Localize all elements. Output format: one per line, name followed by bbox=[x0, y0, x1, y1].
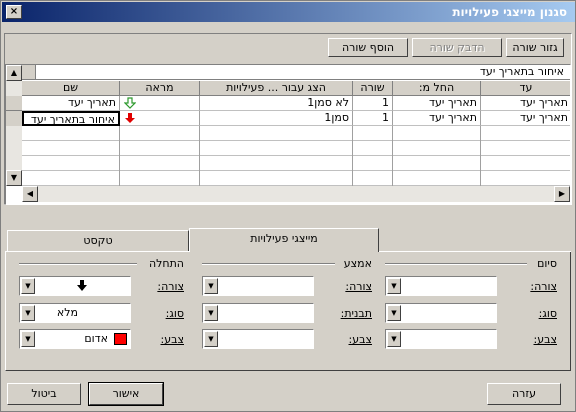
tab-panel-top-edge bbox=[5, 251, 189, 252]
help-button[interactable]: עזרה bbox=[487, 383, 561, 405]
end-shape-label: צורה: bbox=[530, 280, 557, 293]
row-2-row[interactable]: 1 bbox=[353, 111, 393, 126]
section-divider bbox=[385, 263, 527, 265]
end-color-label: צבע: bbox=[533, 333, 557, 346]
chevron-down-icon[interactable]: ▼ bbox=[21, 278, 35, 294]
row-2-to[interactable]: תאריך יעד bbox=[481, 111, 570, 126]
bar-styles-grid: ▲ ▼ איחור בתאריך יעד שם מראה הצג עבור ..… bbox=[5, 64, 571, 205]
tab-text[interactable]: טקסט bbox=[7, 230, 189, 252]
column-divider bbox=[480, 126, 481, 186]
end-shape-combo[interactable]: ▼ bbox=[385, 276, 497, 296]
window-title: סגנון מייצגי פעילויות bbox=[452, 5, 567, 19]
scroll-right-icon[interactable]: ▶ bbox=[554, 186, 570, 202]
column-header-to[interactable]: עד bbox=[481, 81, 570, 96]
middle-color-label: צבע: bbox=[348, 333, 372, 346]
green-down-arrow-icon bbox=[124, 97, 136, 109]
section-title-end: סיום bbox=[537, 257, 557, 270]
edit-box[interactable]: איחור בתאריך יעד bbox=[36, 65, 570, 80]
tab-panel-top-edge bbox=[379, 251, 571, 252]
row-2-appearance[interactable] bbox=[120, 111, 200, 126]
horizontal-scrollbar[interactable]: ◀ ▶ bbox=[22, 186, 570, 202]
paste-row-button[interactable]: הדבק שורה bbox=[412, 38, 502, 57]
chevron-down-icon[interactable]: ▼ bbox=[387, 331, 401, 347]
row-selector[interactable] bbox=[6, 111, 22, 126]
empty-rows bbox=[22, 126, 570, 186]
section-divider bbox=[202, 263, 335, 265]
column-divider bbox=[119, 126, 120, 186]
column-header-show-for[interactable]: הצג עבור ... פעילויות bbox=[200, 81, 353, 96]
row-1-appearance[interactable] bbox=[120, 96, 200, 111]
chevron-down-icon[interactable]: ▼ bbox=[387, 278, 401, 294]
section-title-start: התחלה bbox=[148, 257, 184, 270]
column-header-row[interactable]: שורה bbox=[353, 81, 393, 96]
close-button[interactable]: × bbox=[6, 5, 22, 19]
scroll-up-icon[interactable]: ▲ bbox=[6, 65, 22, 81]
title-bar: סגנון מייצגי פעילויות × bbox=[2, 2, 575, 22]
start-type-combo[interactable]: ▼ מלא bbox=[19, 303, 131, 323]
start-color-label: צבע: bbox=[160, 333, 184, 346]
end-color-combo[interactable]: ▼ bbox=[385, 329, 497, 349]
row-2-from[interactable]: תאריך יעד bbox=[393, 111, 481, 126]
chevron-down-icon[interactable]: ▼ bbox=[21, 305, 35, 321]
color-swatch bbox=[114, 333, 127, 345]
start-type-label: סוג: bbox=[165, 307, 184, 320]
grid-corner bbox=[22, 65, 36, 80]
column-divider bbox=[199, 126, 200, 186]
row-1-show-for[interactable]: לא סמן1 bbox=[200, 96, 353, 111]
column-divider bbox=[392, 126, 393, 186]
start-shape-combo[interactable]: ▼ bbox=[19, 276, 131, 296]
start-type-value: מלא bbox=[56, 306, 78, 319]
insert-row-button[interactable]: הוסף שורה bbox=[328, 38, 408, 57]
chevron-down-icon[interactable]: ▼ bbox=[204, 331, 218, 347]
red-down-arrow-icon bbox=[125, 113, 135, 123]
start-shape-label: צורה: bbox=[157, 280, 184, 293]
row-1-name[interactable]: תאריך יעד bbox=[22, 96, 120, 111]
row-1-from[interactable]: תאריך יעד bbox=[393, 96, 481, 111]
middle-color-combo[interactable]: ▼ bbox=[202, 329, 314, 349]
chevron-down-icon[interactable]: ▼ bbox=[387, 305, 401, 321]
scroll-down-icon[interactable]: ▼ bbox=[6, 170, 22, 186]
end-type-label: סוג: bbox=[538, 307, 557, 320]
row-1-row[interactable]: 1 bbox=[353, 96, 393, 111]
black-down-arrow-icon bbox=[77, 280, 87, 291]
middle-shape-combo[interactable]: ▼ bbox=[202, 276, 314, 296]
section-divider bbox=[19, 263, 137, 265]
row-2-show-for[interactable]: סמן1 bbox=[200, 111, 353, 126]
scroll-left-icon[interactable]: ◀ bbox=[22, 186, 38, 202]
column-divider bbox=[352, 126, 353, 186]
column-header-appearance[interactable]: מראה bbox=[120, 81, 200, 96]
end-type-combo[interactable]: ▼ bbox=[385, 303, 497, 323]
chevron-down-icon[interactable]: ▼ bbox=[204, 305, 218, 321]
middle-pattern-combo[interactable]: ▼ bbox=[202, 303, 314, 323]
ok-button[interactable]: אישור bbox=[88, 382, 164, 406]
chevron-down-icon[interactable]: ▼ bbox=[204, 278, 218, 294]
chevron-down-icon[interactable]: ▼ bbox=[21, 331, 35, 347]
middle-shape-label: צורה: bbox=[345, 280, 372, 293]
column-header-from[interactable]: החל מ: bbox=[393, 81, 481, 96]
middle-pattern-label: תבנית: bbox=[340, 307, 372, 320]
row-2-name[interactable]: איחור בתאריך יעד bbox=[22, 111, 120, 126]
dialog-window: סגנון מייצגי פעילויות × גזור שורה הדבק ש… bbox=[0, 0, 576, 412]
start-color-value: אדום bbox=[84, 332, 108, 345]
section-title-middle: אמצע bbox=[343, 257, 372, 270]
row-1-to[interactable]: תאריך יעד bbox=[481, 96, 570, 111]
column-header-name[interactable]: שם bbox=[22, 81, 120, 96]
cut-row-button[interactable]: גזור שורה bbox=[506, 38, 564, 57]
cancel-button[interactable]: ביטול bbox=[7, 383, 81, 405]
start-color-combo[interactable]: ▼ אדום bbox=[19, 329, 131, 349]
tab-bars[interactable]: מייצגי פעילויות bbox=[189, 228, 379, 252]
row-selector[interactable] bbox=[6, 96, 22, 111]
